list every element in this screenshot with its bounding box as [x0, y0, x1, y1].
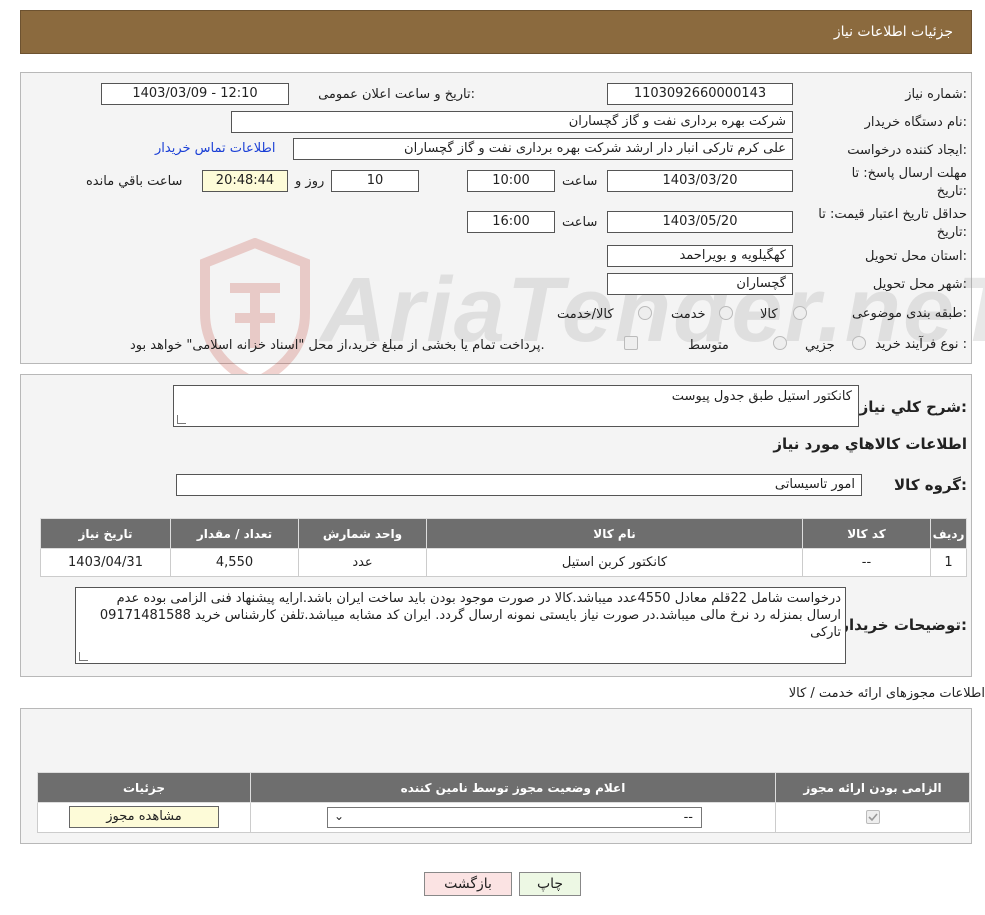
- process-medium-label: متوسط: [688, 338, 729, 353]
- deadline-label: مهلت ارسال پاسخ: تا: [851, 166, 967, 181]
- process-label: نوع فرآیند خرید :: [875, 337, 967, 352]
- cell-quantity: 4,550: [170, 548, 299, 577]
- deadline-label-2: تاریخ:: [936, 184, 967, 199]
- buyer-contact-link[interactable]: اطلاعات تماس خریدار: [155, 141, 275, 156]
- goods-table: تاریخ نیاز تعداد / مقدار واحد شمارش نام …: [40, 518, 967, 577]
- category-service-radio[interactable]: [719, 306, 733, 320]
- city-label: شهر محل تحویل:: [872, 277, 967, 292]
- buyer-org-field: شرکت بهره برداری نفت و گاز گچساران: [231, 111, 793, 133]
- col-unit: واحد شمارش: [298, 518, 427, 549]
- creator-label: ایجاد کننده درخواست:: [847, 143, 967, 158]
- deadline-date-field: 1403/03/20: [607, 170, 793, 192]
- province-label: استان محل تحویل:: [865, 249, 967, 264]
- validity-time-label: ساعت: [562, 215, 598, 230]
- summary-text: کانکتور استیل طبق جدول پیوست: [671, 389, 852, 404]
- need-number-label: شماره نیاز:: [905, 87, 967, 102]
- category-goods-service-radio[interactable]: [638, 306, 652, 320]
- group-field: امور تاسیساتی: [176, 474, 862, 496]
- validity-time-field: 16:00: [467, 211, 555, 233]
- print-button[interactable]: چاپ: [519, 872, 581, 896]
- page-header: جزئیات اطلاعات نیاز: [20, 10, 972, 54]
- cell-row: 1: [930, 548, 967, 577]
- license-required-checkbox: [866, 810, 880, 824]
- cell-name: کانکتور کربن استیل: [426, 548, 803, 577]
- validity-label: حداقل تاریخ اعتبار قیمت: تا: [818, 207, 967, 222]
- cell-need-date: 1403/04/31: [40, 548, 171, 577]
- validity-label-2: تاریخ:: [936, 225, 967, 240]
- group-label: گروه کالا:: [894, 476, 967, 494]
- col-details: جزئیات: [37, 772, 251, 803]
- city-field: گچساران: [607, 273, 793, 295]
- table-row: 1403/04/31 4,550 عدد کانکتور کربن استیل …: [40, 548, 967, 577]
- license-status-select[interactable]: ⌄ --: [327, 807, 702, 828]
- back-button[interactable]: بازگشت: [424, 872, 512, 896]
- col-name: نام کالا: [426, 518, 803, 549]
- buyer-notes-text: درخواست شامل 22قلم معادل 4550عدد میباشد.…: [99, 591, 841, 640]
- province-field: کهگیلویه و بویراحمد: [607, 245, 793, 267]
- col-license-required: الزامی بودن ارائه مجوز: [775, 772, 970, 803]
- col-row: رديف: [930, 518, 967, 549]
- license-status-value: --: [683, 810, 693, 825]
- col-supplier-status: اعلام وضعیت مجوز توسط نامین کننده: [250, 772, 776, 803]
- process-medium-radio[interactable]: [773, 336, 787, 350]
- announce-label: تاریخ و ساعت اعلان عمومی:: [318, 87, 475, 102]
- resize-handle-icon[interactable]: [79, 652, 88, 661]
- validity-date-field: 1403/05/20: [607, 211, 793, 233]
- category-label: طبقه بندی موضوعی:: [851, 306, 967, 321]
- buyer-notes-label: توضیحات خریدار:: [840, 616, 967, 634]
- remaining-time-field: 20:48:44: [202, 170, 288, 192]
- summary-field: کانکتور استیل طبق جدول پیوست: [173, 385, 859, 427]
- summary-label: شرح کلي نياز:: [859, 398, 967, 416]
- col-code: کد کالا: [802, 518, 931, 549]
- check-icon: [868, 813, 878, 822]
- goods-table-header: تاریخ نیاز تعداد / مقدار واحد شمارش نام …: [40, 518, 967, 549]
- buyer-notes-field: درخواست شامل 22قلم معادل 4550عدد میباشد.…: [75, 587, 846, 664]
- cell-code: --: [802, 548, 931, 577]
- page-title: جزئیات اطلاعات نیاز: [833, 24, 953, 40]
- category-goods-label: کالا: [760, 307, 778, 322]
- resize-handle-icon[interactable]: [177, 415, 186, 424]
- deadline-time-label: ساعت: [562, 174, 598, 189]
- category-goods-radio[interactable]: [793, 306, 807, 320]
- col-quantity: تعداد / مقدار: [170, 518, 299, 549]
- goods-title: اطلاعات کالاهاي مورد نياز: [773, 435, 967, 453]
- announce-field: 1403/03/09 - 12:10: [101, 83, 289, 105]
- category-goods-service-label: کالا/خدمت: [557, 307, 614, 322]
- process-minor-label: جزیي: [805, 338, 835, 353]
- deadline-time-field: 10:00: [467, 170, 555, 192]
- creator-field: علی کرم تارکی انبار دار ارشد شرکت بهره ب…: [293, 138, 793, 160]
- chevron-down-icon: ⌄: [334, 809, 345, 823]
- licenses-table-header: جزئیات اعلام وضعیت مجوز توسط نامین کننده…: [37, 772, 970, 803]
- licenses-title: اطلاعات مجوزهای ارائه خدمت / کالا: [788, 686, 985, 701]
- cell-unit: عدد: [298, 548, 427, 577]
- treasury-checkbox[interactable]: [624, 336, 638, 350]
- need-number-field: 1103092660000143: [607, 83, 793, 105]
- payment-note: پرداخت تمام یا بخشی از مبلغ خرید،از محل …: [130, 338, 545, 353]
- buyer-org-label: نام دستگاه خریدار:: [864, 115, 967, 130]
- col-need-date: تاریخ نیاز: [40, 518, 171, 549]
- days-field: 10: [331, 170, 419, 192]
- remaining-label: ساعت باقي مانده: [86, 174, 183, 189]
- view-license-button[interactable]: مشاهده مجوز: [69, 806, 219, 828]
- category-service-label: خدمت: [671, 307, 706, 322]
- process-minor-radio[interactable]: [852, 336, 866, 350]
- days-label: روز و: [295, 174, 325, 189]
